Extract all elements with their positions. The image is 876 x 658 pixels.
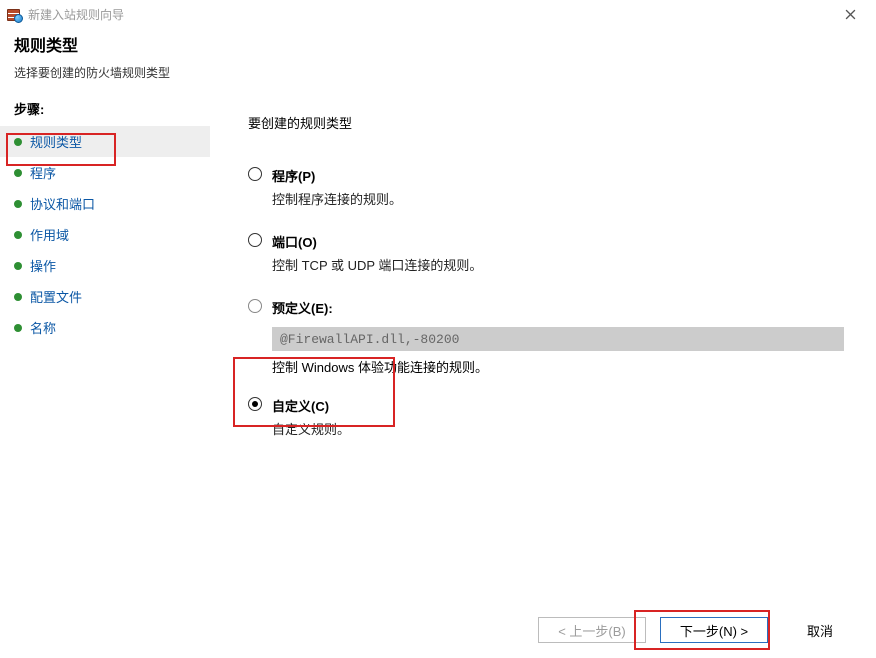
- content-prompt: 要创建的规则类型: [248, 113, 852, 132]
- step-protocol-ports[interactable]: 协议和端口: [0, 188, 210, 219]
- step-action[interactable]: 操作: [0, 250, 210, 281]
- window-title: 新建入站规则向导: [28, 6, 124, 23]
- step-bullet-icon: [14, 231, 22, 239]
- button-label: 下一步(N) >: [680, 621, 748, 640]
- title-bar: 新建入站规则向导: [0, 0, 876, 28]
- step-program[interactable]: 程序: [0, 157, 210, 188]
- step-scope[interactable]: 作用域: [0, 219, 210, 250]
- option-custom[interactable]: 自定义(C) 自定义规则。: [248, 396, 852, 438]
- step-bullet-icon: [14, 262, 22, 270]
- option-desc: 控制 TCP 或 UDP 端口连接的规则。: [272, 255, 852, 274]
- option-port[interactable]: 端口(O) 控制 TCP 或 UDP 端口连接的规则。: [248, 232, 852, 274]
- option-title: 自定义(C): [272, 396, 852, 415]
- option-title: 端口(O): [272, 232, 852, 251]
- predefined-select-value: @FirewallAPI.dll,-80200: [280, 332, 459, 347]
- radio-icon: [248, 233, 262, 247]
- step-bullet-icon: [14, 138, 22, 146]
- step-bullet-icon: [14, 200, 22, 208]
- close-button[interactable]: [830, 0, 870, 28]
- button-label: 取消: [807, 621, 833, 640]
- option-title: 预定义(E):: [272, 298, 852, 317]
- steps-label: 步骤:: [0, 99, 210, 126]
- close-icon: [845, 9, 856, 20]
- back-button: < 上一步(B): [538, 617, 646, 643]
- predefined-select: @FirewallAPI.dll,-80200: [272, 327, 844, 351]
- option-program[interactable]: 程序(P) 控制程序连接的规则。: [248, 166, 852, 208]
- option-desc: 控制 Windows 体验功能连接的规则。: [272, 357, 852, 376]
- step-label: 协议和端口: [30, 194, 95, 213]
- wizard-steps-sidebar: 步骤: 规则类型 程序 协议和端口 作用域 操作 配置文件 名称: [0, 91, 210, 613]
- step-bullet-icon: [14, 169, 22, 177]
- option-desc: 控制程序连接的规则。: [272, 189, 852, 208]
- option-title: 程序(P): [272, 166, 852, 185]
- wizard-header: 规则类型 选择要创建的防火墙规则类型: [0, 28, 876, 91]
- step-bullet-icon: [14, 293, 22, 301]
- step-profile[interactable]: 配置文件: [0, 281, 210, 312]
- step-label: 操作: [30, 256, 56, 275]
- page-subtitle: 选择要创建的防火墙规则类型: [14, 64, 862, 81]
- radio-icon: [248, 397, 262, 411]
- step-label: 作用域: [30, 225, 69, 244]
- cancel-button[interactable]: 取消: [782, 617, 858, 643]
- step-rule-type[interactable]: 规则类型: [0, 126, 210, 157]
- step-bullet-icon: [14, 324, 22, 332]
- option-predefined[interactable]: 预定义(E):: [248, 298, 852, 321]
- button-label: < 上一步(B): [558, 621, 626, 640]
- rule-type-radio-group: 程序(P) 控制程序连接的规则。 端口(O) 控制 TCP 或 UDP 端口连接…: [248, 166, 852, 438]
- option-desc: 自定义规则。: [272, 419, 852, 438]
- step-label: 名称: [30, 318, 56, 337]
- firewall-icon: [6, 6, 22, 22]
- radio-icon: [248, 299, 262, 313]
- step-label: 规则类型: [30, 132, 82, 151]
- wizard-footer: < 上一步(B) 下一步(N) > 取消: [0, 602, 876, 658]
- wizard-content: 要创建的规则类型 程序(P) 控制程序连接的规则。 端口(O) 控制 TCP 或…: [210, 91, 876, 613]
- step-label: 程序: [30, 163, 56, 182]
- next-button[interactable]: 下一步(N) >: [660, 617, 768, 643]
- page-title: 规则类型: [14, 32, 862, 56]
- radio-icon: [248, 167, 262, 181]
- step-label: 配置文件: [30, 287, 82, 306]
- step-name[interactable]: 名称: [0, 312, 210, 343]
